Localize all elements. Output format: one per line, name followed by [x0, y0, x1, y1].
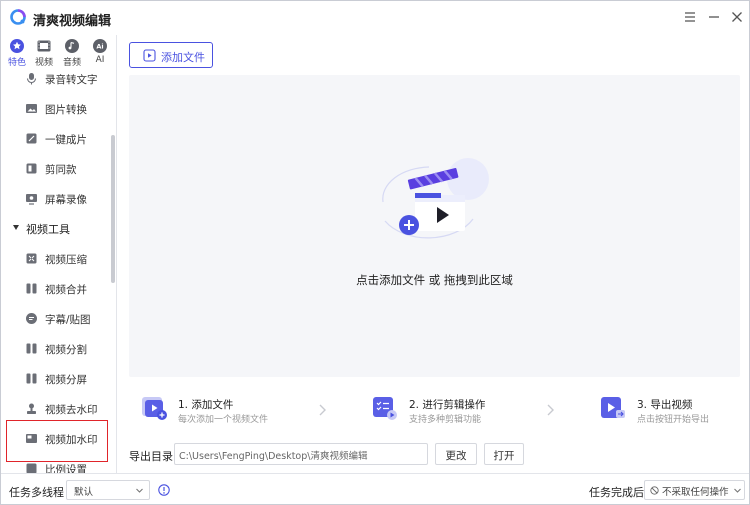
add-file-button[interactable]: 添加文件 — [129, 42, 213, 68]
sidebar-item-merge[interactable]: 视频合并 — [7, 276, 107, 302]
app-logo-icon — [10, 9, 26, 25]
music-icon — [65, 39, 79, 53]
minimize-icon[interactable] — [706, 9, 722, 25]
add-video-icon — [142, 397, 167, 420]
film-icon — [37, 40, 51, 52]
sidebar-item-label: 比例设置 — [45, 464, 87, 473]
bottom-bar: 任务多线程 默认 任务完成后 不采取任何操作 — [1, 473, 749, 504]
sidebar-item-label: 视频分割 — [45, 344, 87, 356]
step-subtitle: 点击按钮开始导出 — [637, 415, 710, 425]
step-export: 3. 导出视频 点击按钮开始导出 — [599, 387, 739, 435]
star-icon — [10, 39, 24, 53]
after-task-select-value: 不采取任何操作 — [662, 487, 729, 498]
sidebar-item-screen-record[interactable]: 屏幕录像 — [7, 186, 107, 212]
caret-down-icon — [13, 225, 19, 230]
svg-text:Ai: Ai — [96, 43, 103, 51]
split-icon — [26, 343, 37, 354]
file-dropzone[interactable]: 点击添加文件 或 拖拽到此区域 — [129, 75, 740, 377]
output-dir-field[interactable]: C:\Users\FengPing\Desktop\清爽视频编辑 — [174, 443, 428, 465]
sidebar-item-image-convert[interactable]: 图片转换 — [7, 96, 107, 122]
sidebar-item-one-click[interactable]: 一键成片 — [7, 126, 107, 152]
threads-label: 任务多线程 — [9, 486, 64, 499]
screen-record-icon — [26, 194, 37, 205]
tab-ai[interactable]: Ai AI — [87, 39, 113, 69]
chevron-down-icon — [734, 488, 741, 493]
sidebar-item-speech-to-text[interactable]: 录音转文字 — [7, 66, 107, 92]
ratio-icon — [26, 463, 37, 473]
threads-select[interactable]: 默认 — [66, 480, 150, 500]
step-title: 3. 导出视频 — [637, 399, 693, 411]
app-title: 清爽视频编辑 — [33, 14, 112, 29]
tab-audio[interactable]: 音频 — [59, 39, 85, 69]
sidebar-item-label: 字幕/贴图 — [45, 314, 91, 326]
tab-featured[interactable]: 特色 — [4, 39, 30, 69]
app-window: 清爽视频编辑 特色 视频 音频 Ai AI 录音转文字 图片转换 一键成片 剪同… — [0, 0, 750, 505]
step-subtitle: 每次添加一个视频文件 — [178, 415, 269, 425]
sidebar-item-label: 剪同款 — [45, 164, 77, 176]
chevron-right-icon — [547, 404, 554, 416]
group-label: 视频工具 — [26, 223, 70, 236]
close-icon[interactable] — [729, 9, 745, 25]
step-subtitle: 支持多种剪辑功能 — [409, 415, 482, 425]
export-video-icon — [601, 397, 625, 418]
sidebar-scrollbar[interactable] — [111, 135, 115, 283]
magic-icon — [26, 133, 37, 144]
step-title: 2. 进行剪辑操作 — [409, 399, 486, 411]
selected-item-highlight — [6, 420, 108, 462]
step-title: 1. 添加文件 — [178, 399, 234, 411]
chevron-right-icon — [319, 404, 326, 416]
tab-video[interactable]: 视频 — [31, 39, 57, 69]
sidebar: 特色 视频 音频 Ai AI 录音转文字 图片转换 一键成片 剪同款 屏幕录像 … — [1, 35, 117, 473]
clapperboard-illustration-icon — [382, 158, 489, 239]
no-action-icon — [650, 486, 659, 495]
step-add-file: 1. 添加文件 每次添加一个视频文件 — [140, 387, 300, 435]
split-screen-icon — [26, 373, 37, 384]
sidebar-item-label: 视频合并 — [45, 284, 87, 296]
group-video-tools[interactable]: 视频工具 — [7, 217, 107, 241]
tab-ai-label: AI — [95, 55, 105, 65]
add-file-label: 添加文件 — [161, 51, 205, 64]
workflow-steps: 1. 添加文件 每次添加一个视频文件 2. 进行剪辑操作 支持多种剪辑功能 3.… — [129, 387, 740, 435]
sidebar-item-label: 视频压缩 — [45, 254, 87, 266]
sidebar-item-label: 录音转文字 — [45, 74, 98, 86]
sidebar-item-label: 屏幕录像 — [45, 194, 87, 206]
sidebar-item-subtitle[interactable]: 字幕/贴图 — [7, 306, 107, 332]
after-task-select[interactable]: 不采取任何操作 — [644, 480, 745, 500]
sidebar-item-label: 视频去水印 — [45, 404, 98, 416]
edit-list-icon — [373, 397, 397, 420]
ai-icon: Ai — [93, 39, 107, 53]
mic-icon — [26, 73, 37, 85]
template-icon — [26, 163, 37, 174]
sidebar-item-label: 图片转换 — [45, 104, 87, 116]
change-dir-button[interactable]: 更改 — [435, 443, 477, 465]
sidebar-item-label: 视频分屏 — [45, 374, 87, 386]
image-icon — [26, 104, 37, 113]
menu-icon[interactable] — [682, 9, 698, 25]
merge-icon — [26, 283, 37, 294]
stamp-icon — [27, 403, 36, 414]
sidebar-item-split-screen[interactable]: 视频分屏 — [7, 366, 107, 392]
threads-select-value: 默认 — [74, 487, 94, 498]
sidebar-item-template[interactable]: 剪同款 — [7, 156, 107, 182]
sidebar-item-remove-watermark[interactable]: 视频去水印 — [7, 396, 107, 422]
after-task-label: 任务完成后 — [589, 486, 644, 499]
sidebar-item-compress[interactable]: 视频压缩 — [7, 246, 107, 272]
open-dir-button[interactable]: 打开 — [484, 443, 524, 465]
output-dir-label: 导出目录 — [129, 450, 173, 463]
title-bar: 清爽视频编辑 — [1, 1, 749, 35]
sidebar-item-label: 一键成片 — [45, 134, 87, 146]
info-icon[interactable] — [158, 484, 170, 496]
chevron-down-icon — [136, 488, 143, 493]
compress-icon — [26, 253, 37, 264]
dropzone-hint: 点击添加文件 或 拖拽到此区域 — [356, 273, 513, 287]
subtitle-icon — [26, 313, 37, 324]
sidebar-item-split[interactable]: 视频分割 — [7, 336, 107, 362]
step-edit: 2. 进行剪辑操作 支持多种剪辑功能 — [371, 387, 541, 435]
add-file-icon — [143, 49, 156, 62]
